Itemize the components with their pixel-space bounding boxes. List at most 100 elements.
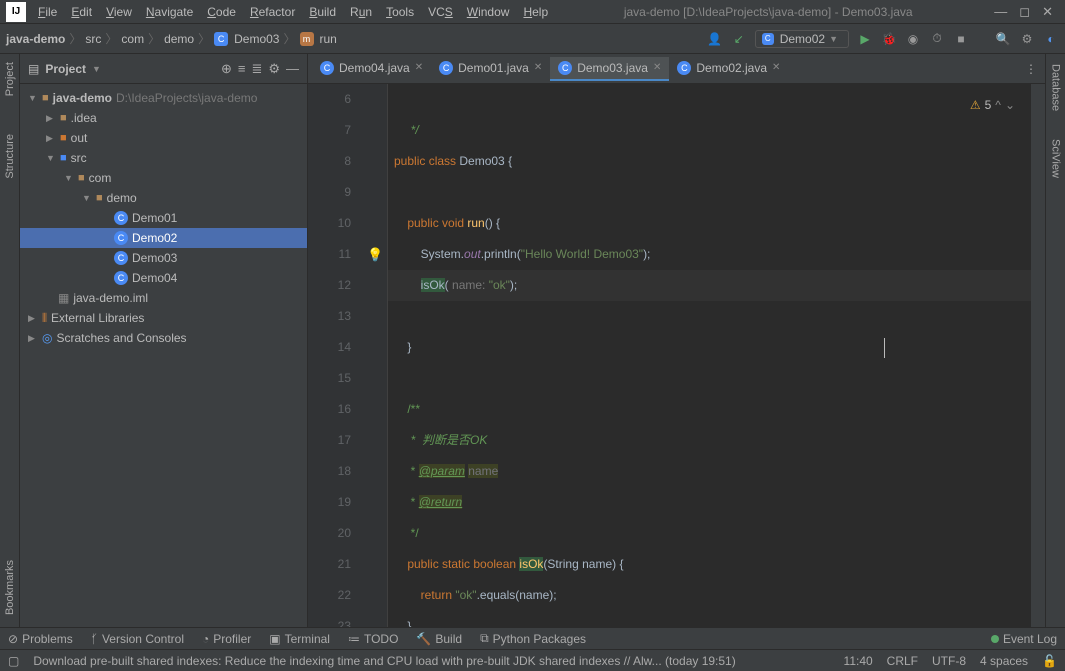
crumb-class[interactable]: Demo03 [234,32,279,46]
coverage-button[interactable]: ◉ [905,31,921,47]
close-icon[interactable]: ✕ [772,62,780,73]
status-message[interactable]: Download pre-built shared indexes: Reduc… [33,654,829,668]
tool-bookmarks-tab[interactable]: Bookmarks [3,556,17,619]
class-icon: C [762,33,774,45]
project-panel: ▤ Project ▼ ⊕ ≡ ≣ ⚙ — ▼■ java-demo D:\Id… [20,54,308,627]
crumb-src[interactable]: src [85,32,101,46]
code-editor[interactable]: 67891011121314151617181920212223 💡 */ pu… [308,84,1045,627]
ide-updates-icon[interactable]: ◐ [1043,31,1059,47]
tree-iml[interactable]: ▦ java-demo.iml [20,288,307,308]
intention-bulb-icon[interactable]: 💡 [367,239,383,270]
tool-database-tab[interactable]: Database [1049,60,1063,115]
hide-panel-icon[interactable]: — [286,61,299,76]
menu-edit[interactable]: Edit [65,3,98,21]
chevron-down-icon[interactable]: ▼ [92,64,101,74]
panel-settings-icon[interactable]: ⚙ [268,61,280,77]
tree-class-demo02[interactable]: C Demo02 [20,228,307,248]
tool-todo[interactable]: ≔TODO [348,632,398,646]
menu-tools[interactable]: Tools [380,3,420,21]
indent-setting[interactable]: 4 spaces [980,654,1028,668]
line-separator[interactable]: CRLF [887,654,918,668]
tool-project-tab[interactable]: Project [3,58,17,100]
tree-com[interactable]: ▼■ com [20,168,307,188]
run-config-selector[interactable]: C Demo02 ▼ [755,30,849,48]
tree-demo[interactable]: ▼■ demo [20,188,307,208]
breadcrumb: java-demo〉 src〉 com〉 demo〉 CDemo03〉 mrun [6,30,707,47]
terminal-icon: ▣ [269,632,280,646]
crumb-project[interactable]: java-demo [6,32,65,46]
status-icon[interactable]: ▢ [8,654,19,668]
menu-vcs[interactable]: VCS [422,3,459,21]
tab-demo03[interactable]: CDemo03.java✕ [550,57,669,81]
code-line: */ [394,123,419,137]
tree-idea[interactable]: ▶■ .idea [20,108,307,128]
gutter-marks[interactable]: 💡 [363,84,388,627]
menu-build[interactable]: Build [303,3,342,21]
todo-icon: ≔ [348,632,360,646]
tool-sciview-tab[interactable]: SciView [1049,135,1063,182]
add-user-icon[interactable]: 👤 [707,31,723,47]
settings-icon[interactable]: ⚙ [1019,31,1035,47]
tool-python-packages[interactable]: ⧉Python Packages [480,631,586,646]
tree-root[interactable]: ▼■ java-demo D:\IdeaProjects\java-demo [20,88,307,108]
menu-bar: File Edit View Navigate Code Refactor Bu… [32,3,554,21]
crumb-com[interactable]: com [121,32,144,46]
maximize-button[interactable]: ◻ [1019,4,1030,20]
debug-button[interactable]: 🐞 [881,31,897,47]
close-icon[interactable]: ✕ [653,62,661,73]
editor-tabs: CDemo04.java✕ CDemo01.java✕ CDemo03.java… [308,54,1045,84]
minimize-button[interactable]: — [994,4,1007,20]
profile-button[interactable]: ⏱ [929,31,945,47]
tool-profiler[interactable]: ◔Profiler [202,632,251,646]
tab-demo04[interactable]: CDemo04.java✕ [312,57,431,81]
file-encoding[interactable]: UTF-8 [932,654,966,668]
menu-file[interactable]: File [32,3,63,21]
select-opened-file-icon[interactable]: ⊕ [221,61,232,77]
tree-external-libs[interactable]: ▶⫴ External Libraries [20,308,307,328]
notification-dot-icon [991,635,999,643]
close-icon[interactable]: ✕ [534,62,542,73]
tree-class-demo03[interactable]: C Demo03 [20,248,307,268]
vcs-icon: ᚶ [91,632,98,646]
panel-title[interactable]: Project [45,62,86,76]
close-icon[interactable]: ✕ [415,62,423,73]
tree-class-demo04[interactable]: C Demo04 [20,268,307,288]
tool-vcs[interactable]: ᚶVersion Control [91,632,184,646]
menu-help[interactable]: Help [517,3,554,21]
tool-problems[interactable]: ⊘Problems [8,632,73,646]
search-icon[interactable]: 🔍 [995,31,1011,47]
inspection-badge[interactable]: ⚠5 ^ ⌄ [970,90,1015,121]
line-numbers: 67891011121314151617181920212223 [308,84,363,627]
tab-demo01[interactable]: CDemo01.java✕ [431,57,550,81]
tree-class-demo01[interactable]: C Demo01 [20,208,307,228]
tool-build[interactable]: 🔨Build [416,632,462,646]
build-icon[interactable]: ↙ [731,31,747,47]
menu-view[interactable]: View [100,3,138,21]
menu-navigate[interactable]: Navigate [140,3,199,21]
class-icon: C [214,32,228,46]
crumb-demo[interactable]: demo [164,32,194,46]
tab-more-icon[interactable]: ⋮ [1025,62,1037,76]
expand-all-icon[interactable]: ≡ [238,61,246,76]
tree-scratches[interactable]: ▶◎ Scratches and Consoles [20,328,307,348]
run-button[interactable]: ▶ [857,31,873,47]
menu-code[interactable]: Code [201,3,242,21]
menu-refactor[interactable]: Refactor [244,3,301,21]
close-window-button[interactable]: ✕ [1042,4,1053,20]
caret-position[interactable]: 11:40 [844,654,873,668]
crumb-method[interactable]: run [320,32,337,46]
tool-terminal[interactable]: ▣Terminal [269,632,330,646]
run-config-name: Demo02 [780,32,825,46]
menu-run[interactable]: Run [344,3,378,21]
tool-event-log[interactable]: Event Log [991,632,1057,646]
error-stripe[interactable] [1031,84,1045,627]
menu-window[interactable]: Window [461,3,516,21]
tree-src[interactable]: ▼■ src [20,148,307,168]
collapse-all-icon[interactable]: ≣ [251,61,262,77]
tree-out[interactable]: ▶■ out [20,128,307,148]
tab-demo02[interactable]: CDemo02.java✕ [669,57,788,81]
stop-button[interactable]: ■ [953,31,969,47]
problems-icon: ⊘ [8,632,18,646]
tool-structure-tab[interactable]: Structure [3,130,17,183]
readonly-lock-icon[interactable]: 🔓 [1042,654,1057,668]
